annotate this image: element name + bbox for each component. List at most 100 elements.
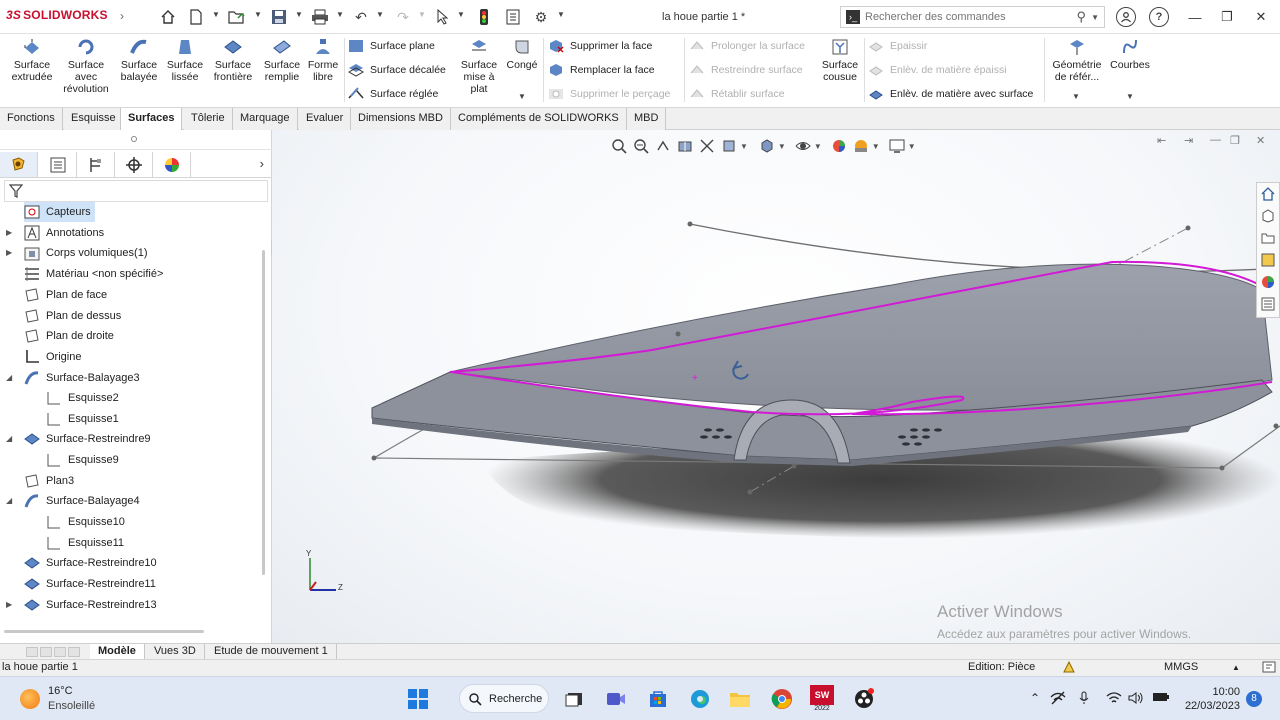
delete-hole-button[interactable]: Supprimer le perçage (548, 85, 670, 103)
section-view-icon[interactable] (674, 137, 696, 155)
chevron-down-icon[interactable]: ▼ (457, 10, 465, 19)
tree-item-surface-restreindre9[interactable]: ◢ Surface-Restreindre9 (6, 429, 151, 449)
sun-weather-icon[interactable] (20, 689, 40, 709)
display-manager-tab[interactable] (153, 152, 191, 177)
tab-tolerie[interactable]: Tôlerie (184, 108, 233, 130)
chevron-down-icon[interactable]: ▼ (814, 142, 822, 151)
viewport-close-button[interactable]: ✕ (1256, 134, 1265, 147)
tab-complements[interactable]: Compléments de SOLIDWORKS (451, 108, 627, 130)
filled-surface-button[interactable]: Surface remplie (260, 38, 304, 83)
display-style-icon[interactable] (756, 137, 778, 155)
feature-manager-tab[interactable] (0, 152, 38, 177)
apply-scene-icon[interactable] (850, 137, 872, 155)
model-view[interactable]: + (272, 130, 1280, 643)
replace-face-button[interactable]: Remplacer la face (548, 61, 655, 79)
chevron-up-icon[interactable]: ⌃ (1030, 691, 1040, 705)
graphics-area[interactable]: + Y Z ▼ ▼ ▼ ▼ ▼ ⇤ ⇥ — ❐ ✕ Activer Window… (272, 130, 1280, 643)
dimxpert-tab[interactable] (115, 152, 153, 177)
thicken-button[interactable]: Epaissir (868, 37, 927, 55)
fillet-button[interactable]: Congé (504, 38, 540, 71)
hoe-blade-surface[interactable] (449, 263, 1273, 411)
chevron-down-icon[interactable]: ▼ (295, 10, 303, 19)
extend-surface-button[interactable]: Prolonger la surface (689, 37, 805, 55)
curves-button[interactable]: Courbes (1108, 38, 1152, 71)
tab-etude-de-mouvement[interactable]: Etude de mouvement 1 (206, 644, 337, 659)
planar-surface-button[interactable]: Surface plane (348, 37, 435, 55)
tab-mbd[interactable]: MBD (627, 108, 667, 130)
first-tab-arrow[interactable] (26, 647, 38, 657)
wifi-icon[interactable] (1106, 691, 1122, 708)
file-properties-icon[interactable] (502, 6, 524, 28)
previous-view-icon[interactable] (652, 137, 674, 155)
status-help-icon[interactable] (1262, 660, 1276, 677)
appearances-icon[interactable] (1257, 271, 1279, 293)
surface-loft-button[interactable]: Surface lissée (164, 38, 206, 83)
flatten-surface-button[interactable]: Surface mise à plat (458, 38, 500, 95)
tab-modele[interactable]: Modèle (90, 644, 145, 659)
hide-show-items-icon[interactable] (792, 137, 814, 155)
reference-geometry-button[interactable]: Géométrie de référ... (1050, 38, 1104, 83)
taskbar-search-button[interactable]: Recherche (459, 684, 549, 713)
user-account-icon[interactable] (1116, 7, 1136, 27)
viewport-next-icon[interactable]: ⇥ (1184, 134, 1193, 147)
tab-vues-3d[interactable]: Vues 3D (146, 644, 205, 659)
tree-filter[interactable] (4, 180, 268, 202)
tree-horizontal-scrollbar[interactable] (4, 630, 204, 633)
tab-marquage[interactable]: Marquage (233, 108, 298, 130)
network-off-icon[interactable] (1050, 691, 1066, 708)
edge-browser-icon[interactable] (686, 685, 714, 713)
tree-item-surface-balayage3[interactable]: ◢ Surface-Balayage3 (6, 368, 140, 388)
search-icon[interactable]: ⚲ (1076, 9, 1086, 25)
solidworks-taskbar-icon[interactable]: SW 2022 (808, 685, 836, 713)
tree-item-esquisse11[interactable]: Esquisse11 (46, 533, 124, 553)
restore-window-button[interactable]: ❐ (1212, 6, 1242, 28)
boundary-surface-button[interactable]: Surface frontière (208, 38, 258, 83)
rebuild-traffic-light-icon[interactable] (473, 6, 495, 28)
expand-arrow-icon[interactable]: ▶ (6, 600, 12, 609)
print-icon[interactable] (309, 6, 331, 28)
chevron-down-icon[interactable]: ▼ (1091, 13, 1099, 22)
expand-arrow-icon[interactable]: ▶ (6, 228, 12, 237)
delete-face-button[interactable]: Supprimer la face (548, 37, 652, 55)
zoom-to-area-icon[interactable] (630, 137, 652, 155)
panel-grip-icon[interactable] (131, 136, 137, 142)
chevron-down-icon[interactable]: ▼ (376, 10, 384, 19)
new-document-icon[interactable] (185, 6, 207, 28)
tab-evaluer[interactable]: Evaluer (299, 108, 352, 130)
property-manager-tab[interactable] (39, 152, 77, 177)
tree-item-surface-balayage4[interactable]: ◢ Surface-Balayage4 (6, 491, 140, 511)
volume-icon[interactable] (1128, 691, 1144, 708)
microphone-icon[interactable] (1078, 691, 1090, 708)
collapse-arrow-icon[interactable]: ◢ (6, 434, 12, 443)
collapse-arrow-icon[interactable]: ◢ (6, 496, 12, 505)
chevron-down-icon[interactable]: ▼ (418, 10, 426, 19)
undo-icon[interactable]: ↶ (350, 6, 372, 28)
search-input[interactable] (865, 9, 1070, 25)
battery-icon[interactable] (1152, 691, 1170, 706)
notification-badge[interactable]: 8 (1246, 691, 1262, 707)
view-settings-icon[interactable] (886, 137, 908, 155)
microsoft-store-icon[interactable] (644, 685, 672, 713)
tree-item-surface-restreindre10[interactable]: Surface-Restreindre10 (24, 553, 157, 573)
tree-item-annotations[interactable]: ▶ Annotations (6, 223, 104, 243)
select-cursor-icon[interactable] (432, 6, 454, 28)
file-explorer-icon[interactable] (1257, 227, 1279, 249)
surface-cut-button[interactable]: Enlèv. de matière avec surface (868, 85, 1033, 103)
chevron-down-icon[interactable]: ▼ (336, 10, 344, 19)
teams-meet-icon[interactable] (602, 685, 630, 713)
ruled-surface-button[interactable]: Surface réglée (348, 85, 438, 103)
tree-item-plan-de-face[interactable]: Plan de face (24, 285, 107, 305)
freeform-button[interactable]: Forme libre (306, 38, 340, 83)
chrome-browser-icon[interactable] (768, 685, 796, 713)
edit-appearance-icon[interactable] (828, 137, 850, 155)
surface-sweep-button[interactable]: Surface balayée (116, 38, 162, 83)
tree-item-origine[interactable]: Origine (24, 347, 81, 367)
collapse-arrow-icon[interactable]: ◢ (6, 373, 12, 382)
tab-surfaces[interactable]: Surfaces (120, 108, 183, 130)
close-window-button[interactable]: ✕ (1246, 6, 1276, 28)
save-icon[interactable] (268, 6, 290, 28)
configuration-manager-tab[interactable] (77, 152, 115, 177)
tree-item-esquisse2[interactable]: Esquisse2 (46, 388, 119, 408)
chevron-down-icon[interactable]: ▼ (1072, 92, 1080, 101)
tab-fonctions[interactable]: Fonctions (0, 108, 63, 130)
